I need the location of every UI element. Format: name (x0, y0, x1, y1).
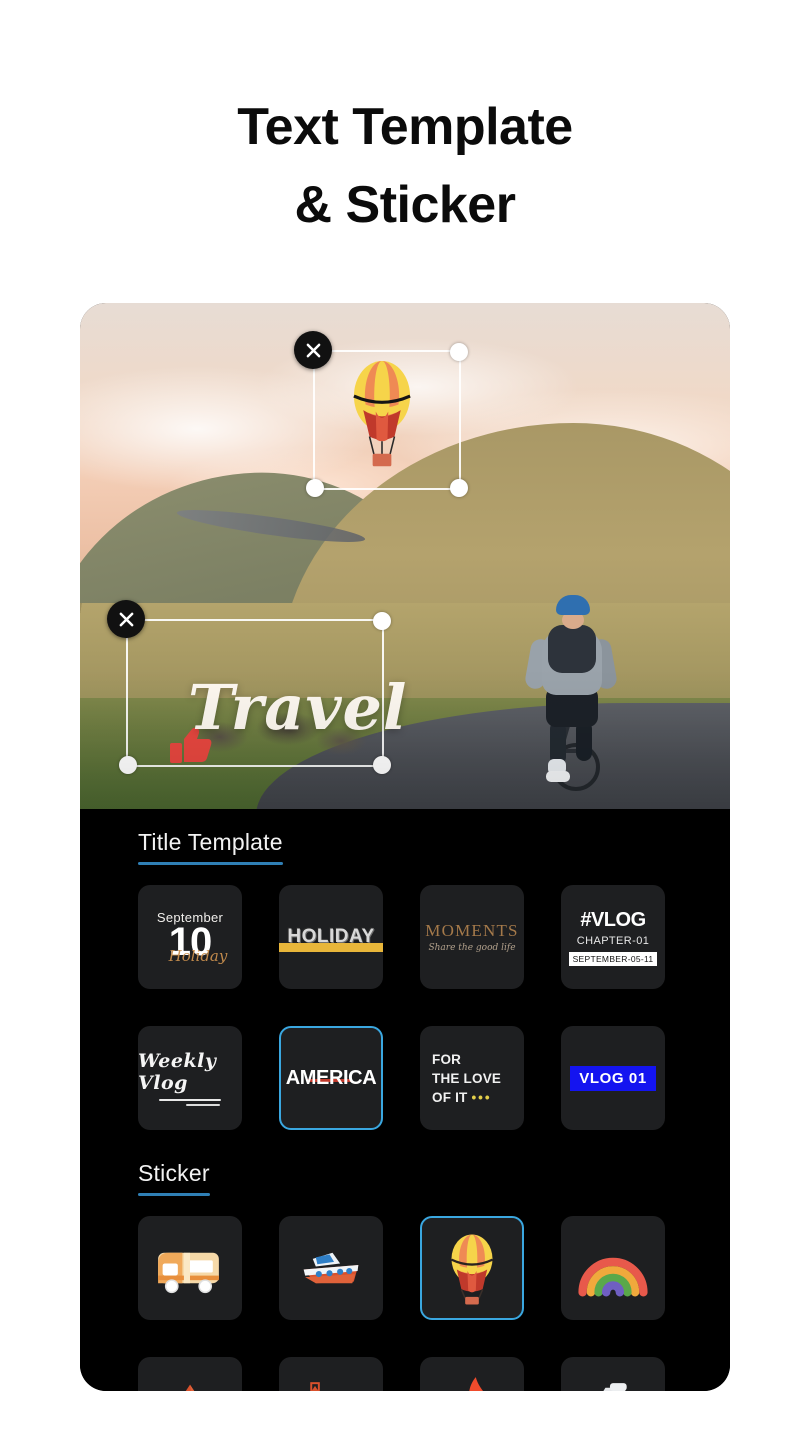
canvas-sticker-hot-air-balloon[interactable] (343, 355, 421, 473)
page-root: Text Template & Sticker (0, 0, 810, 1440)
rv-camper-icon (152, 1230, 228, 1306)
resize-handle-bottom-right[interactable] (450, 479, 468, 497)
close-icon (306, 343, 321, 358)
rainbow-icon (575, 1230, 651, 1306)
tent-icon (152, 1371, 228, 1391)
resize-handle-top-right[interactable] (450, 343, 468, 361)
sticker-item-motorboat[interactable] (279, 1216, 383, 1320)
love-line-3: OF IT ••• (432, 1090, 524, 1105)
section-underline (138, 1193, 210, 1196)
vlog-chapter-label: CHAPTER-01 (577, 935, 649, 947)
title-template-item-vlog-chapter[interactable]: #VLOG CHAPTER-01 SEPTEMBER-05-11 (561, 885, 665, 989)
photo-preview[interactable]: Travel (80, 303, 730, 809)
title-template-grid: September 10 Holiday HOLIDAY MOMENTS Sha… (138, 885, 730, 1130)
resize-handle-top-right[interactable] (373, 612, 391, 630)
sticker-item-fire[interactable] (420, 1357, 524, 1391)
vlog-heading: #VLOG (580, 909, 645, 932)
sticker-item-camera[interactable] (561, 1357, 665, 1391)
close-icon (119, 612, 134, 627)
page-title: Text Template & Sticker (0, 88, 810, 244)
section-title: Sticker (138, 1160, 210, 1193)
love-dots: ••• (471, 1090, 491, 1105)
headline-line-1: Text Template (237, 98, 572, 156)
headline-line-2: & Sticker (0, 166, 810, 244)
sticker-item-hot-air-balloon[interactable] (420, 1216, 524, 1320)
sticker-item-tent[interactable] (138, 1357, 242, 1391)
weekly-vlog-word: Weekly Vlog (138, 1050, 242, 1094)
resize-handle-bottom-left[interactable] (306, 479, 324, 497)
resize-handle-bottom-left[interactable] (119, 756, 137, 774)
weekly-vlog-underline-2 (186, 1104, 220, 1106)
title-template-item-moments[interactable]: MOMENTS Share the good life (420, 885, 524, 989)
vlog-01-badge: VLOG 01 (570, 1066, 656, 1091)
title-template-item-america[interactable]: AMERICA (279, 1026, 383, 1130)
love-line-1: FOR (432, 1052, 524, 1067)
app-screenshot-card: Travel Title Template September 10 Holid… (80, 303, 730, 1391)
vlog-date-label: SEPTEMBER-05-11 (569, 952, 658, 966)
hot-air-balloon-icon (343, 355, 421, 473)
cyclist-figure (512, 595, 628, 795)
title-template-item-holiday[interactable]: HOLIDAY (279, 885, 383, 989)
resize-handle-bottom-right[interactable] (373, 756, 391, 774)
title-template-item-september-10[interactable]: September 10 Holiday (138, 885, 242, 989)
travel-text-close-button[interactable] (107, 600, 145, 638)
balloon-sticker-close-button[interactable] (294, 331, 332, 369)
moments-subtitle: Share the good life (428, 943, 515, 953)
travel-text-selection[interactable]: Travel (126, 619, 384, 767)
title-template-item-for-the-love-of-it[interactable]: FOR THE LOVE OF IT ••• (420, 1026, 524, 1130)
sticker-item-rainbow[interactable] (561, 1216, 665, 1320)
travel-overlay-text[interactable]: Travel (188, 671, 408, 744)
love-line-2: THE LOVE (432, 1071, 524, 1086)
sticker-item-rv-camper[interactable] (138, 1216, 242, 1320)
holiday-word: HOLIDAY (287, 926, 374, 948)
fire-icon (434, 1371, 510, 1391)
section-underline (138, 862, 283, 865)
sticker-grid (138, 1216, 730, 1391)
hot-air-balloon-icon (434, 1230, 510, 1306)
section-header-title-template: Title Template (138, 829, 283, 865)
camera-icon (575, 1371, 651, 1391)
bridge-icon (293, 1371, 369, 1391)
editor-panel: Title Template September 10 Holiday HOLI… (80, 809, 730, 1391)
love-line-3-text: OF IT (432, 1090, 468, 1105)
section-header-sticker: Sticker (138, 1160, 210, 1196)
weekly-vlog-underline-1 (159, 1099, 221, 1101)
moments-word: MOMENTS (425, 921, 518, 941)
september-script-label: Holiday (169, 947, 228, 965)
sticker-item-bridge[interactable] (279, 1357, 383, 1391)
motorboat-icon (293, 1230, 369, 1306)
title-template-item-vlog-01[interactable]: VLOG 01 (561, 1026, 665, 1130)
title-template-item-weekly-vlog[interactable]: Weekly Vlog (138, 1026, 242, 1130)
section-title: Title Template (138, 829, 283, 862)
america-word: AMERICA (286, 1067, 377, 1090)
